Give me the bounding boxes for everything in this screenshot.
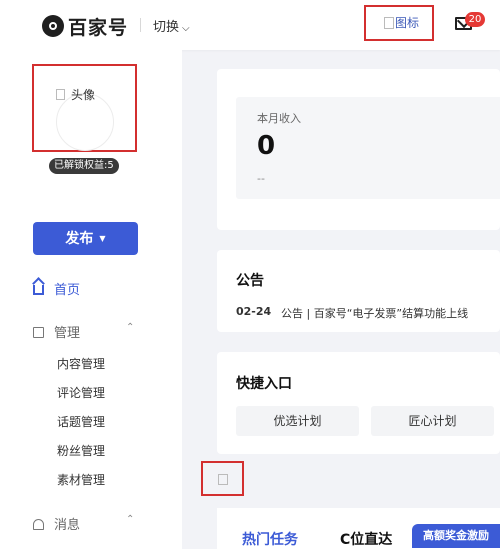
broken-image-icon xyxy=(218,474,228,485)
top-header: 百家号 切换 ⌵ 图标 20 xyxy=(0,0,500,50)
brand-name[interactable]: 百家号 xyxy=(68,13,128,40)
publish-button[interactable]: 发布 ▼ xyxy=(33,222,138,255)
sidebar-group-label: 管理 xyxy=(54,326,81,341)
sidebar-item-content[interactable]: 内容管理 xyxy=(57,355,105,372)
document-icon xyxy=(33,327,44,338)
sidebar-group-label: 消息 xyxy=(54,518,81,533)
income-value: 0 xyxy=(257,131,276,161)
small-image-placeholder[interactable] xyxy=(201,461,244,496)
sidebar-item-topics[interactable]: 话题管理 xyxy=(57,413,105,430)
chevron-up-icon: ⌃ xyxy=(126,322,135,333)
publish-label: 发布 xyxy=(65,231,94,247)
chevron-down-icon: ⌵ xyxy=(182,23,190,34)
broken-image-icon xyxy=(384,17,394,29)
home-icon xyxy=(33,285,44,295)
broken-image-icon xyxy=(56,89,65,100)
tasks-tabs-card: 热门任务 C位直达 高额奖金激励 xyxy=(217,508,500,549)
tab-c-position[interactable]: C位直达 xyxy=(340,529,392,549)
sidebar-item-fans[interactable]: 粉丝管理 xyxy=(57,442,105,459)
sidebar: 头像 已解锁权益:5 发布 ▼ 首页 管理 ⌃ 内容管理 评论管理 话题管理 粉丝… xyxy=(0,50,182,549)
chevron-up-icon: ⌃ xyxy=(126,514,135,525)
sidebar-group-manage[interactable]: 管理 ⌃ xyxy=(33,322,134,341)
avatar-alt-label: 头像 xyxy=(71,88,96,102)
income-sub: -- xyxy=(257,172,265,185)
income-label: 本月收入 xyxy=(257,112,301,125)
header-divider xyxy=(140,18,141,32)
unlocked-benefits-badge[interactable]: 已解锁权益:5 xyxy=(49,158,119,174)
caret-down-icon: ▼ xyxy=(99,234,106,243)
shortcuts-card: 快捷入口 优选计划 匠心计划 xyxy=(217,352,500,454)
avatar-placeholder[interactable]: 头像 xyxy=(32,64,137,152)
income-card: 本月收入 0 -- xyxy=(217,69,500,230)
sidebar-item-home[interactable]: 首页 xyxy=(33,279,80,298)
mail-count-badge: 20 xyxy=(465,12,485,27)
baijiahao-logo-icon[interactable] xyxy=(42,15,64,37)
shortcuts-title: 快捷入口 xyxy=(236,376,292,392)
switch-dropdown[interactable]: 切换 ⌵ xyxy=(153,16,190,35)
header-image-alt: 图标 xyxy=(395,16,420,30)
bell-icon xyxy=(33,519,44,530)
shortcut-jiangxin-plan[interactable]: 匠心计划 xyxy=(371,406,494,436)
notice-card: 公告 02-24 公告 | 百家号“电子发票”结算功能上线 xyxy=(217,250,500,332)
sidebar-item-comments[interactable]: 评论管理 xyxy=(57,384,105,401)
notice-title: 公告 xyxy=(236,273,264,289)
sidebar-item-materials[interactable]: 素材管理 xyxy=(57,471,105,488)
tab-hot-tasks[interactable]: 热门任务 xyxy=(242,529,298,549)
header-image-placeholder[interactable]: 图标 xyxy=(364,5,434,41)
bonus-promo-tag[interactable]: 高额奖金激励 xyxy=(412,524,500,548)
notice-date: 02-24 xyxy=(236,305,272,318)
avatar-alt-text: 头像 xyxy=(56,86,95,103)
monthly-income-panel[interactable]: 本月收入 0 -- xyxy=(236,97,500,199)
shortcut-youxuan-plan[interactable]: 优选计划 xyxy=(236,406,359,436)
notice-link[interactable]: 公告 | 百家号“电子发票”结算功能上线 xyxy=(281,305,468,321)
sidebar-item-label: 首页 xyxy=(54,283,81,298)
switch-label: 切换 xyxy=(153,20,180,35)
sidebar-group-messages[interactable]: 消息 ⌃ xyxy=(33,514,134,533)
